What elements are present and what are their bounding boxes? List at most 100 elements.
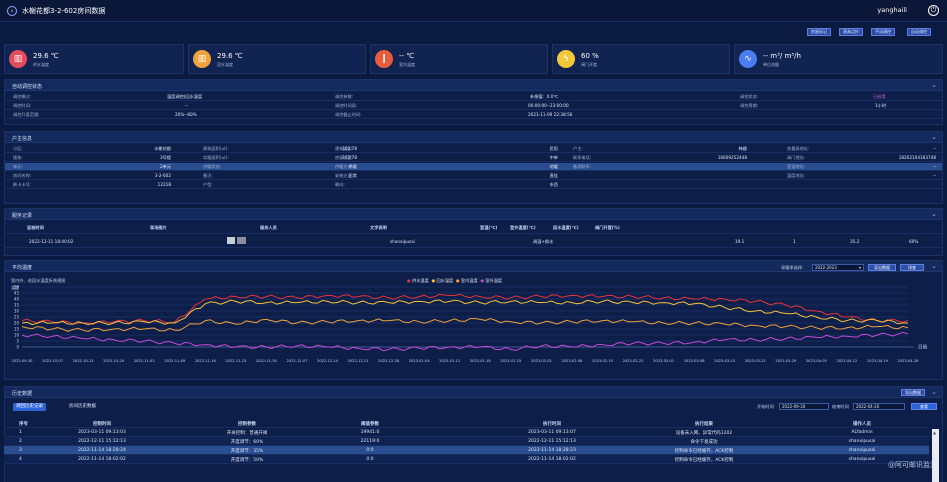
watermark: @阿可邮讯监测	[888, 461, 937, 469]
field-value: --	[932, 146, 936, 151]
x-tick-label: 2023-01-04	[409, 359, 431, 363]
scroll-up-icon[interactable]: ▲	[933, 430, 936, 435]
service-panel: 服务记录 ⌄ 巡检时间 现场图片 服务人员 文字说明 室温(℃) 室外温度(℃)…	[4, 208, 943, 256]
start-label: 开始时间	[757, 404, 774, 409]
column-header: 操作人员	[853, 422, 871, 427]
series-line-0	[21, 293, 909, 325]
table-cell: 4	[19, 457, 22, 462]
table-cell: 控制命令已经缓存，ACK控制	[674, 458, 734, 463]
x-tick-label: 2022-12-21	[348, 359, 369, 363]
control-row: 调控开度范围: 20%--60% 调控截止时间: 2021-11-09 22:3…	[5, 111, 942, 119]
table-row[interactable]: 2 2022-12-11 15:12:13 开度调节：60% 22119:0 2022-…	[4, 437, 929, 446]
field-value: 韩娜	[738, 146, 747, 151]
scrollbar[interactable]	[932, 429, 939, 482]
x-tick-label: 2022-11-30	[256, 359, 278, 363]
field-value: 12218	[157, 182, 171, 187]
field-value: 18202104183748	[898, 155, 936, 160]
table-cell: 2022-12-11 15:12:13	[78, 439, 126, 444]
y-tick-label: 50	[14, 285, 20, 290]
field-label: 室温地址:	[787, 164, 806, 169]
table-cell: 0:0	[366, 448, 374, 453]
table-row[interactable]: 3 2022-11-14 18:28:24 开度调节：35% 0:0 2022-11-1…	[4, 446, 929, 455]
auto-control-panel: 自动调控状态 ⌄ 调控模式: 温度调控(回水温度 调控参数: 补偿值：0.0℃ …	[4, 79, 943, 125]
y-tick-label: 0	[16, 345, 19, 350]
chevron-down-icon[interactable]: ⌄	[931, 210, 937, 218]
x-tick-label: 2022-12-07	[287, 359, 308, 363]
x-tick-label: 2023-04-19	[867, 359, 889, 363]
season-label: 采暖季选择:	[781, 265, 804, 270]
sort-button[interactable]: 排查	[900, 264, 924, 271]
x-tick-label: 2023-02-01	[531, 359, 552, 363]
section-title: 户主信息	[12, 136, 33, 142]
household-row: 楼栋: 3号楼 实暖面积(㎡): 162.78 房屋位置: 中单 联系电话: 16609252…	[5, 154, 942, 162]
x-tick-label: 2022-10-07	[42, 359, 63, 363]
power-icon[interactable]: ⏻	[928, 5, 939, 16]
table-cell: 2022-11-14 18:28:24	[78, 448, 126, 453]
auto-control-button[interactable]: 自动调控	[907, 28, 931, 36]
chevron-down-icon[interactable]: ⌄	[931, 388, 937, 396]
table-cell: 开度调节：50%	[230, 458, 264, 463]
field-label: 楼栋:	[13, 155, 23, 160]
y-tick-label: 20	[14, 321, 20, 326]
thermometer-icon: ▥	[9, 50, 27, 68]
field-value: 2单元	[159, 164, 171, 169]
tab-control-history[interactable]: 调回历史记录	[13, 403, 46, 411]
end-date-input[interactable]: 2022-04-20	[853, 403, 905, 410]
export-chart-button[interactable]: 导出数据	[868, 264, 896, 271]
table-cell: shanxipusai	[848, 457, 876, 462]
export-history-button[interactable]: 导出数据	[901, 389, 925, 396]
section-title: 平均温度	[12, 265, 33, 271]
x-tick-label: 2022-10-13	[73, 359, 94, 363]
field-label: 户主:	[573, 146, 583, 151]
table-cell: 19941:0	[360, 430, 380, 435]
start-date-input[interactable]: 2022-09-30	[779, 403, 829, 410]
field-label: 建筑面积(㎡):	[203, 146, 229, 151]
x-tick-label: 2023-04-26	[898, 359, 920, 363]
field-label: 朝向:	[335, 182, 345, 187]
household-row: 房间名称: 3-2-602 备注: 正常 安装方式: 直挂 温度地址: --	[5, 172, 942, 180]
field-value: 3号楼	[159, 155, 171, 160]
y-tick-label: 35	[14, 303, 20, 308]
section-title: 服务记录	[12, 213, 33, 219]
chevron-down-icon[interactable]: ⌄	[931, 81, 937, 89]
stat-return-temp: ▥ 29.6 ℃ 回水温度	[188, 44, 366, 74]
meter-read-button[interactable]: 表具点抄	[839, 28, 863, 36]
table-row[interactable]: 1 2023-03-11 09:13:03 开关控制：普通开阀 19941:0 2023…	[4, 428, 929, 437]
back-icon[interactable]: ‹	[7, 6, 17, 16]
photo-thumb[interactable]	[237, 237, 246, 244]
x-tick-label: 2023-04-05	[806, 359, 827, 363]
table-row[interactable]: 2022-12-11 18:40:02 shanxipusai 调温+换水 19…	[5, 236, 942, 248]
table-cell: 开关控制：普通开阀	[226, 431, 268, 436]
photo-thumb[interactable]	[227, 237, 235, 244]
table-cell: 开度调节：60%	[230, 440, 264, 445]
table-cell: 22119:0	[360, 439, 380, 444]
season-select[interactable]: 2022-2023 ▾	[812, 264, 864, 271]
table-cell: 2022-11-14 18:02:02	[528, 457, 576, 462]
column-header: 阈值参数	[361, 422, 379, 427]
table-row[interactable]: 4 2022-11-14 18:02:02 开度调节：50% 0:0 2022-11-1…	[4, 455, 929, 464]
chevron-down-icon[interactable]: ⌄	[931, 262, 937, 270]
username[interactable]: yanghaili	[877, 6, 907, 14]
field-value: 3-2-602	[154, 173, 171, 178]
table-cell: shanxipusai	[848, 448, 876, 453]
y-tick-label: 30	[14, 309, 20, 314]
household-row: 刷卡卡号: 12218 户型: 朝向: 东西	[5, 181, 942, 189]
field-label: 房间名称:	[13, 173, 32, 178]
stat-unit-flow: ∿ -- m³/ m³/h 单位流量	[734, 44, 943, 74]
table-cell: 2023-03-11 09:13:07	[528, 430, 576, 435]
field-label: 户型:	[203, 182, 213, 187]
manual-control-button[interactable]: 手动调控	[871, 28, 895, 36]
column-header: 执行结果	[695, 422, 713, 427]
section-title: 历史数据	[12, 391, 33, 397]
field-value: --	[932, 173, 936, 178]
x-tick-label: 2023-03-08	[684, 359, 706, 363]
mark-house-button[interactable]: 房屋标记	[807, 28, 831, 36]
field-value: --	[932, 164, 936, 169]
x-tick-label: 2023-04-12	[836, 359, 857, 363]
thermometer-icon: ❙	[375, 50, 393, 68]
table-cell: 2	[19, 439, 22, 444]
control-row: 调控时间: -- 调控时间段: 00:00:00--23:00:00 调控周期:…	[5, 102, 942, 110]
tab-room-history[interactable]: 房间历史数据	[66, 403, 99, 411]
search-button[interactable]: 查看	[911, 403, 937, 410]
chevron-down-icon[interactable]: ⌄	[931, 133, 937, 141]
